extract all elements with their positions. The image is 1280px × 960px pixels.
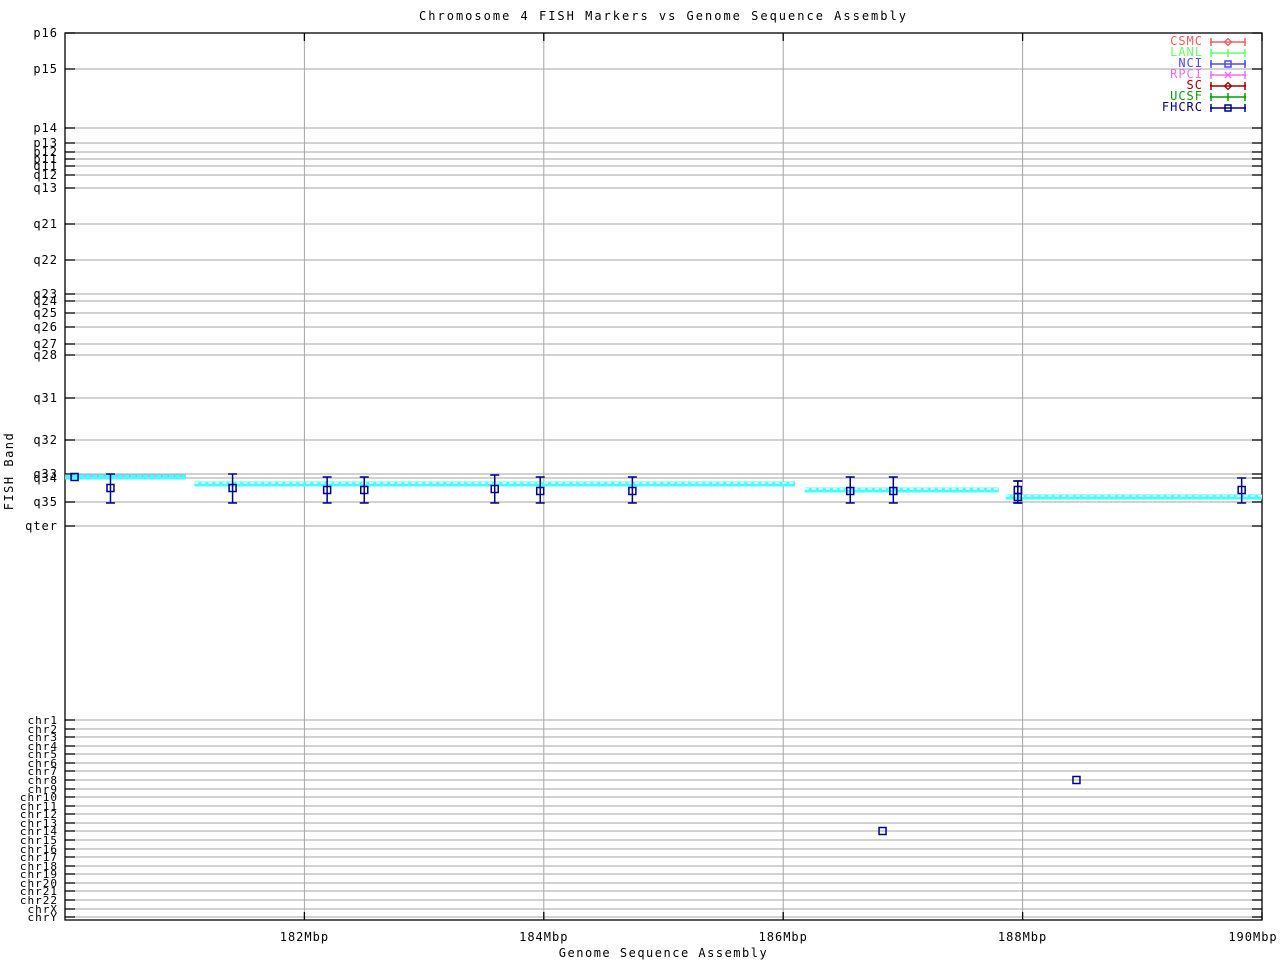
x-tick-label-184Mbp: 184Mbp	[519, 930, 568, 944]
y-tick-label-q13: q13	[33, 181, 58, 195]
legend: CSMC LANL NCI RPCI SC UCSF FHCRC	[1161, 35, 1247, 114]
y-tick-label-q28: q28	[33, 348, 58, 362]
y-tick-label-p14: p14	[33, 121, 58, 135]
legend-label: FHCRC	[1161, 100, 1203, 114]
y-tick-label-q32: q32	[33, 433, 58, 447]
plot-area: p16p15p14p13p12p11q11q12q13q21q22q23q24q…	[20, 26, 1277, 944]
x-tick-label-186Mbp: 186Mbp	[759, 930, 808, 944]
y-tick-label-q26: q26	[33, 320, 58, 334]
legend-entry-lanl: LANL	[1162, 46, 1247, 58]
x-tick-label-190Mbp: 190Mbp	[1228, 930, 1277, 944]
y-tick-label-q22: q22	[33, 253, 58, 267]
y-tick-label-q21: q21	[33, 217, 58, 231]
y-tick-label-p15: p15	[33, 62, 58, 76]
y-tick-label-q25: q25	[33, 306, 58, 320]
x-tick-label-182Mbp: 182Mbp	[280, 930, 329, 944]
y-tick-label-qter: qter	[25, 519, 58, 533]
legend-entry-fhcrc: FHCRC	[1161, 100, 1247, 114]
chart-canvas: Chromosome 4 FISH Markers vs Genome Sequ…	[0, 0, 1280, 960]
y-tick-label-q35: q35	[33, 495, 58, 509]
y-tick-label-q34: q34	[33, 471, 58, 485]
y-tick-label-q12: q12	[33, 168, 58, 182]
y-tick-label-p16: p16	[33, 26, 58, 40]
y-tick-label-chrY: chrY	[28, 911, 59, 924]
x-tick-label-188Mbp: 188Mbp	[998, 930, 1047, 944]
legend-sample-square-icon	[1210, 103, 1246, 112]
legend-entry-rpci: RPCI	[1162, 68, 1247, 80]
y-tick-label-q31: q31	[33, 391, 58, 405]
